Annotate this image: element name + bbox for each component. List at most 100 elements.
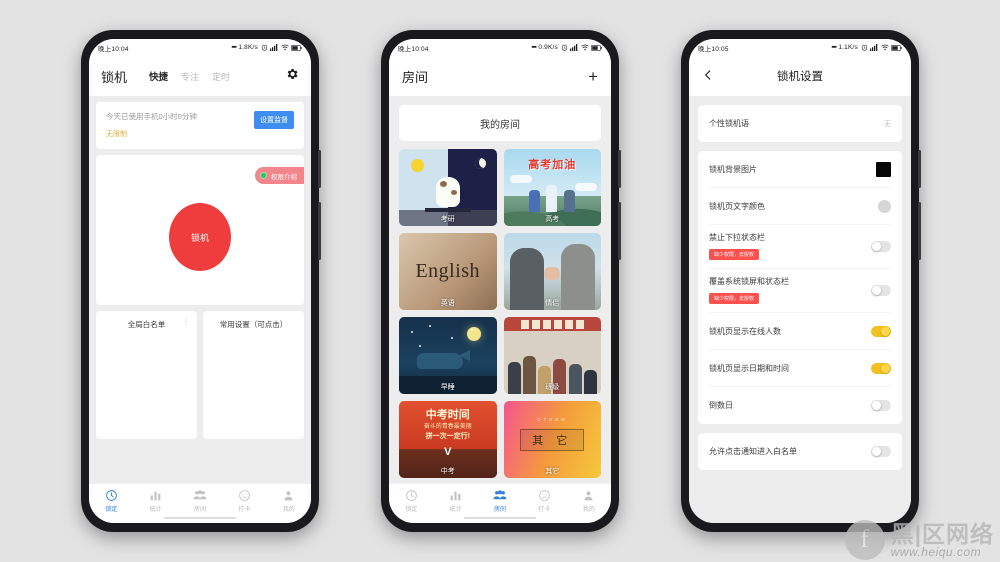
lock-button[interactable]: 锁机 bbox=[169, 203, 231, 271]
toggle-switch[interactable] bbox=[871, 285, 891, 296]
tab-timer[interactable]: 定时 bbox=[212, 70, 230, 83]
nav-item-rooms[interactable]: 房间 bbox=[478, 489, 522, 513]
nav-item-rooms[interactable]: 房间 bbox=[178, 489, 222, 513]
nav-label-checkin: 打卡 bbox=[238, 506, 251, 513]
home-indicator bbox=[89, 517, 311, 523]
setting-row-disable-pulldown-statusbar[interactable]: 禁止下拉状态栏 缺少权限，去授权 bbox=[709, 225, 891, 269]
people-icon bbox=[493, 489, 507, 502]
nav-item-lock[interactable]: 锁定 bbox=[89, 489, 133, 513]
setting-label: 允许点击通知进入白名单 bbox=[709, 447, 797, 456]
room-card-gaokao[interactable]: 高考加油 高考 bbox=[503, 149, 601, 226]
watermark-logo-icon: f bbox=[844, 520, 885, 560]
permission-badge[interactable]: 缺少权限，去授权 bbox=[709, 249, 760, 260]
setting-row-notification-whitelist[interactable]: 允许点击通知进入白名单 bbox=[709, 433, 891, 470]
permission-badge[interactable]: 缺少权限，去授权 bbox=[709, 293, 760, 304]
toggle-switch[interactable] bbox=[871, 400, 891, 411]
whitelist-card[interactable]: 全局白名单 ⋮ bbox=[96, 311, 197, 439]
setting-label: 锁机背景图片 bbox=[709, 164, 757, 174]
nav-item-stats[interactable]: 统计 bbox=[433, 489, 477, 513]
room-card-sleep[interactable]: 早睡 bbox=[399, 317, 497, 394]
color-circle[interactable] bbox=[878, 199, 891, 213]
toggle-switch[interactable] bbox=[871, 241, 891, 252]
status-bar-right: ▪▪▪ 1.1K/s bbox=[831, 44, 902, 51]
whitelist-title: 全局白名单 bbox=[127, 320, 166, 329]
app-header: 锁机 快捷 专注 定时 bbox=[89, 56, 311, 96]
status-bar-left: 晚上10:05 bbox=[698, 43, 729, 53]
nav-item-mine[interactable]: 我的 bbox=[567, 489, 611, 513]
settings-group-2: 锁机背景图片 锁机页文字颜色 禁止下拉状态栏 缺少权限，去授权 覆盖系统锁屏和状… bbox=[698, 151, 902, 424]
room-label: 早睡 bbox=[440, 384, 455, 391]
room-card-kaoyan[interactable]: 考研 bbox=[399, 149, 497, 226]
page-title: 锁机 bbox=[101, 69, 128, 85]
room-card-english[interactable]: English 英语 bbox=[399, 233, 497, 310]
bottom-nav: 锁定 统计 房间 打卡 我的 bbox=[89, 483, 311, 517]
nav-label-stats: 统计 bbox=[149, 506, 162, 513]
room-label: 其它 bbox=[545, 468, 560, 475]
nav-label-rooms: 房间 bbox=[194, 506, 207, 513]
nav-item-stats[interactable]: 统计 bbox=[133, 489, 177, 513]
setting-row-show-date-time[interactable]: 锁机页显示日期和时间 bbox=[709, 350, 891, 387]
usage-limit-text: 无限制 bbox=[106, 131, 127, 138]
usage-card: 今天已使用手机0小时0分钟 无限制 设置监督 bbox=[96, 102, 304, 149]
room-label: 高考 bbox=[545, 216, 560, 223]
nav-item-lock[interactable]: 锁定 bbox=[389, 489, 433, 513]
more-options-icon[interactable]: ⋮ bbox=[182, 318, 190, 326]
status-time: 晚上10:04 bbox=[398, 45, 429, 53]
back-arrow-icon[interactable] bbox=[701, 68, 715, 84]
room-label: 情侣 bbox=[545, 300, 560, 307]
room-art-text-3: 拼一次一定行! bbox=[425, 433, 470, 440]
room-card-other[interactable]: OTHER 其 它 其它 bbox=[503, 401, 601, 478]
setting-value: 无 bbox=[884, 120, 891, 128]
room-card-class[interactable]: 班级 bbox=[503, 317, 601, 394]
status-bar-right: ▪▪▪ 1.8K/s bbox=[231, 44, 302, 51]
status-dot-icon bbox=[260, 172, 267, 179]
setting-row-override-system-lockscreen[interactable]: 覆盖系统锁屏和状态栏 缺少权限，去授权 bbox=[709, 269, 891, 313]
permission-intro-pill[interactable]: 权限介绍 bbox=[255, 167, 304, 184]
wifi-icon bbox=[580, 44, 589, 51]
setting-label: 锁机页文字颜色 bbox=[709, 201, 765, 211]
status-bar: 晚上10:05 ▪▪▪ 1.1K/s bbox=[689, 39, 911, 56]
room-label: 班级 bbox=[545, 384, 560, 391]
nav-item-checkin[interactable]: 打卡 bbox=[222, 489, 266, 513]
mini-card-row: 全局白名单 ⋮ 常用设置（可点击） bbox=[96, 311, 304, 439]
rooms-page-title: 房间 bbox=[402, 69, 429, 85]
color-swatch[interactable] bbox=[876, 161, 891, 177]
setting-row-show-online-count[interactable]: 锁机页显示在线人数 bbox=[709, 313, 891, 350]
set-supervision-button[interactable]: 设置监督 bbox=[254, 111, 294, 129]
toggle-switch[interactable] bbox=[871, 362, 891, 374]
phone-1: 晚上10:04 ▪▪▪ 1.8K/s 锁机 快捷 专注 定时 今天已使用手机0小… bbox=[81, 30, 321, 532]
signal-icon bbox=[870, 44, 878, 51]
setting-row-countdown-day[interactable]: 倒数日 bbox=[709, 387, 891, 424]
alarm-icon bbox=[861, 44, 868, 51]
setting-row-lock-background-image[interactable]: 锁机背景图片 bbox=[709, 151, 891, 188]
setting-label-wrap: 允许点击通知进入白名单 bbox=[709, 446, 871, 457]
setting-label: 个性锁机语 bbox=[709, 119, 749, 128]
gear-icon[interactable] bbox=[285, 67, 299, 86]
person-icon bbox=[282, 489, 295, 502]
nav-item-checkin[interactable]: 打卡 bbox=[522, 489, 566, 513]
status-bar-right: ▪▪▪ 0.9K/s bbox=[531, 44, 602, 51]
people-icon bbox=[193, 489, 207, 502]
setting-row-lock-text-color[interactable]: 锁机页文字颜色 bbox=[709, 188, 891, 225]
status-bar: 晚上10:04 ▪▪▪ 0.9K/s bbox=[389, 39, 611, 56]
data-activity-icon: ▪▪▪ bbox=[531, 44, 537, 51]
clock-icon bbox=[105, 489, 118, 502]
toggle-switch[interactable] bbox=[871, 446, 891, 457]
room-card-zhongkao[interactable]: 中考时间 奋斗的青春最美丽 拼一次一定行! V 中考 bbox=[399, 401, 497, 478]
setting-row-custom-lock-text[interactable]: 个性锁机语 无 bbox=[709, 105, 891, 142]
signal-icon bbox=[570, 44, 578, 51]
tab-quick[interactable]: 快捷 bbox=[149, 69, 168, 83]
setting-label: 禁止下拉状态栏 bbox=[709, 233, 765, 242]
room-card-couple[interactable]: 情侣 bbox=[503, 233, 601, 310]
plus-icon[interactable]: + bbox=[588, 68, 598, 85]
setting-label: 覆盖系统锁屏和状态栏 bbox=[709, 277, 789, 286]
tab-focus[interactable]: 专注 bbox=[181, 70, 199, 83]
nav-item-mine[interactable]: 我的 bbox=[267, 489, 311, 513]
toggle-switch[interactable] bbox=[871, 325, 891, 337]
alarm-icon bbox=[261, 44, 268, 51]
setting-label-wrap: 锁机页显示日期和时间 bbox=[709, 363, 871, 374]
common-settings-card[interactable]: 常用设置（可点击） bbox=[203, 311, 304, 439]
room-label: 考研 bbox=[440, 216, 455, 223]
my-room-card[interactable]: 我的房间 bbox=[399, 105, 601, 141]
status-bar-left: 晚上10:04 bbox=[398, 43, 429, 53]
